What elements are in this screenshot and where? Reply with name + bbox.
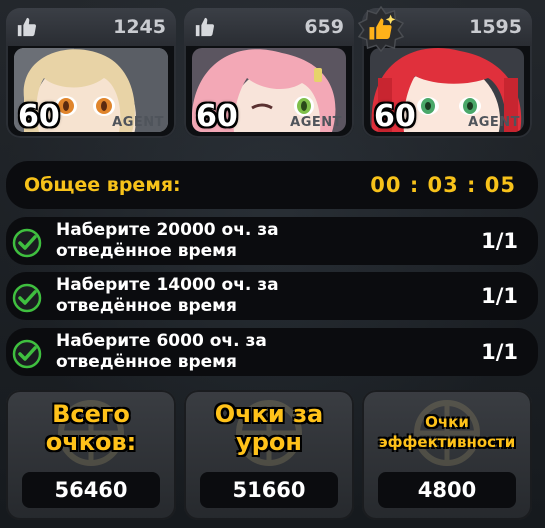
thumbs-up-icon: [195, 17, 215, 37]
likes-count: 659: [304, 16, 344, 38]
task-progress: 1/1: [481, 229, 518, 253]
agent-level: 60: [18, 99, 60, 134]
agent-level: 60: [374, 99, 416, 134]
efficiency-score-label: Очки эффективности: [378, 413, 516, 451]
task-row: Наберите 20000 оч. за отведённое время 1…: [6, 217, 538, 265]
total-score-label: Всего очков:: [45, 400, 137, 456]
agent-card-1[interactable]: 1245 60 AGENT: [6, 8, 176, 138]
total-time-row: Общее время: 00 : 03 : 05: [6, 161, 538, 209]
task-text: Наберите 14000 оч. за отведённое время: [56, 275, 279, 316]
agent-tag: AGENT: [290, 115, 342, 130]
total-score-box: Всего очков: 56460: [6, 390, 176, 520]
efficiency-score-value: 4800: [378, 472, 516, 508]
checkmark-icon: [12, 228, 42, 258]
task-row: Наберите 6000 оч. за отведённое время 1/…: [6, 328, 538, 376]
task-progress: 1/1: [481, 284, 518, 308]
task-row: Наберите 14000 оч. за отведённое время 1…: [6, 272, 538, 320]
damage-score-box: Очки за урон 51660: [184, 390, 354, 520]
total-time-value: 00 : 03 : 05: [370, 173, 516, 197]
likes-count: 1245: [113, 16, 166, 38]
likes-count: 1595: [469, 16, 522, 38]
thumbs-up-icon: [17, 17, 37, 37]
agent-card-2[interactable]: 659 60 AGENT: [184, 8, 354, 138]
damage-score-value: 51660: [200, 472, 338, 508]
damage-score-label: Очки за урон: [214, 400, 324, 456]
checkmark-icon: [12, 283, 42, 313]
task-text: Наберите 20000 оч. за отведённое время: [56, 220, 279, 261]
total-score-value: 56460: [22, 472, 160, 508]
task-progress: 1/1: [481, 340, 518, 364]
agent-tag: AGENT: [468, 115, 520, 130]
total-time-label: Общее время:: [24, 174, 181, 196]
top-likes-badge-icon: [358, 6, 404, 52]
checkmark-icon: [12, 339, 42, 369]
efficiency-score-box: Очки эффективности 4800: [362, 390, 532, 520]
agent-tag: AGENT: [112, 115, 164, 130]
agent-level: 60: [196, 99, 238, 134]
task-text: Наберите 6000 оч. за отведённое время: [56, 331, 267, 372]
